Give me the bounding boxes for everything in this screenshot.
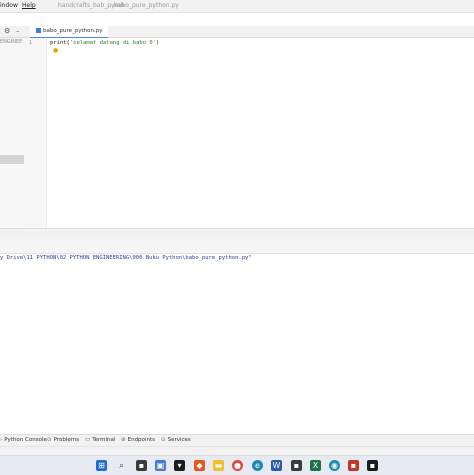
- project-tree-item[interactable]: ENGINEE: [0, 38, 22, 46]
- ide-app-icon[interactable]: ▾: [174, 460, 185, 471]
- tool-windows-bar: › Python Console ⊙ Problems ▭ Terminal ⊛ End…: [0, 434, 474, 446]
- panel-splitter[interactable]: [0, 239, 474, 254]
- settings-gear-icon[interactable]: ⚙: [4, 26, 10, 37]
- tool-endpoints[interactable]: ⊛ Endpoints: [121, 435, 155, 446]
- chrome-icon[interactable]: ●: [232, 460, 243, 471]
- tool-python-console[interactable]: › Python Console: [0, 435, 47, 446]
- console-output-line: y Drive\11 PYTHON\02 PYTHON ENGINEERING\…: [0, 255, 252, 261]
- tool-services[interactable]: ⊙ Services: [161, 435, 191, 446]
- minimize-dash-icon[interactable]: –: [16, 26, 20, 37]
- services-icon: ⊙: [161, 437, 166, 443]
- breadcrumb-file[interactable]: babo_pure_python.py: [114, 0, 179, 12]
- search-icon[interactable]: ⌕: [116, 460, 127, 471]
- python-file-icon: [36, 28, 41, 33]
- problems-icon: ⊙: [47, 437, 52, 443]
- endpoints-icon: ⊛: [121, 437, 126, 443]
- code-editor[interactable]: print('selamat datang di babo 0') ●: [47, 38, 474, 236]
- tool-terminal[interactable]: ▭ Terminal: [85, 435, 115, 446]
- python-console-icon: ›: [0, 437, 3, 443]
- line-number: 1: [28, 40, 32, 46]
- excel-icon[interactable]: X: [310, 460, 321, 471]
- editor-bottom-bar: [0, 228, 474, 239]
- lightbulb-icon[interactable]: ●: [53, 47, 58, 55]
- brave-browser-icon[interactable]: ◆: [194, 460, 205, 471]
- tab-label: babo_pure_python.py: [43, 28, 103, 34]
- word-icon[interactable]: W: [271, 460, 282, 471]
- editor-tab-row: ⚙ – babo_pure_python.py: [0, 26, 474, 39]
- line-number-gutter: 1: [24, 38, 47, 236]
- mail-icon[interactable]: ◉: [329, 460, 340, 471]
- windows-taskbar: ⊞ ⌕ ▪ ▣ ▾ ◆ ▬ ● e W ▪ X ◉ ▪ ▪: [0, 455, 474, 475]
- status-bar: [0, 446, 474, 455]
- windows-start-icon[interactable]: ⊞: [96, 460, 107, 471]
- code-string: 'selamat datang di babo 0': [69, 40, 156, 46]
- menu-help[interactable]: Help: [22, 0, 36, 12]
- terminal-icon: ▭: [85, 437, 91, 443]
- task-view-icon[interactable]: ▪: [136, 460, 147, 471]
- code-line-1[interactable]: print('selamat datang di babo 0'): [50, 39, 159, 47]
- widgets-icon[interactable]: ▣: [155, 460, 166, 471]
- file-explorer-icon[interactable]: ▬: [213, 460, 224, 471]
- app-icon[interactable]: ▪: [291, 460, 302, 471]
- code-function: print(: [50, 40, 70, 46]
- run-console[interactable]: y Drive\11 PYTHON\02 PYTHON ENGINEERING\…: [0, 254, 474, 432]
- menu-window[interactable]: indow: [0, 0, 18, 12]
- project-panel: ENGINEE: [0, 38, 25, 236]
- project-tree-selected-row[interactable]: [0, 155, 24, 164]
- edge-icon[interactable]: e: [252, 460, 263, 471]
- pycharm-icon[interactable]: ▪: [367, 460, 378, 471]
- menu-bar: indow Help handcrafts_bab_pymb babo_pure…: [0, 0, 474, 13]
- code-paren: ): [155, 40, 160, 46]
- tool-problems[interactable]: ⊙ Problems: [47, 435, 79, 446]
- app-red-icon[interactable]: ▪: [348, 460, 359, 471]
